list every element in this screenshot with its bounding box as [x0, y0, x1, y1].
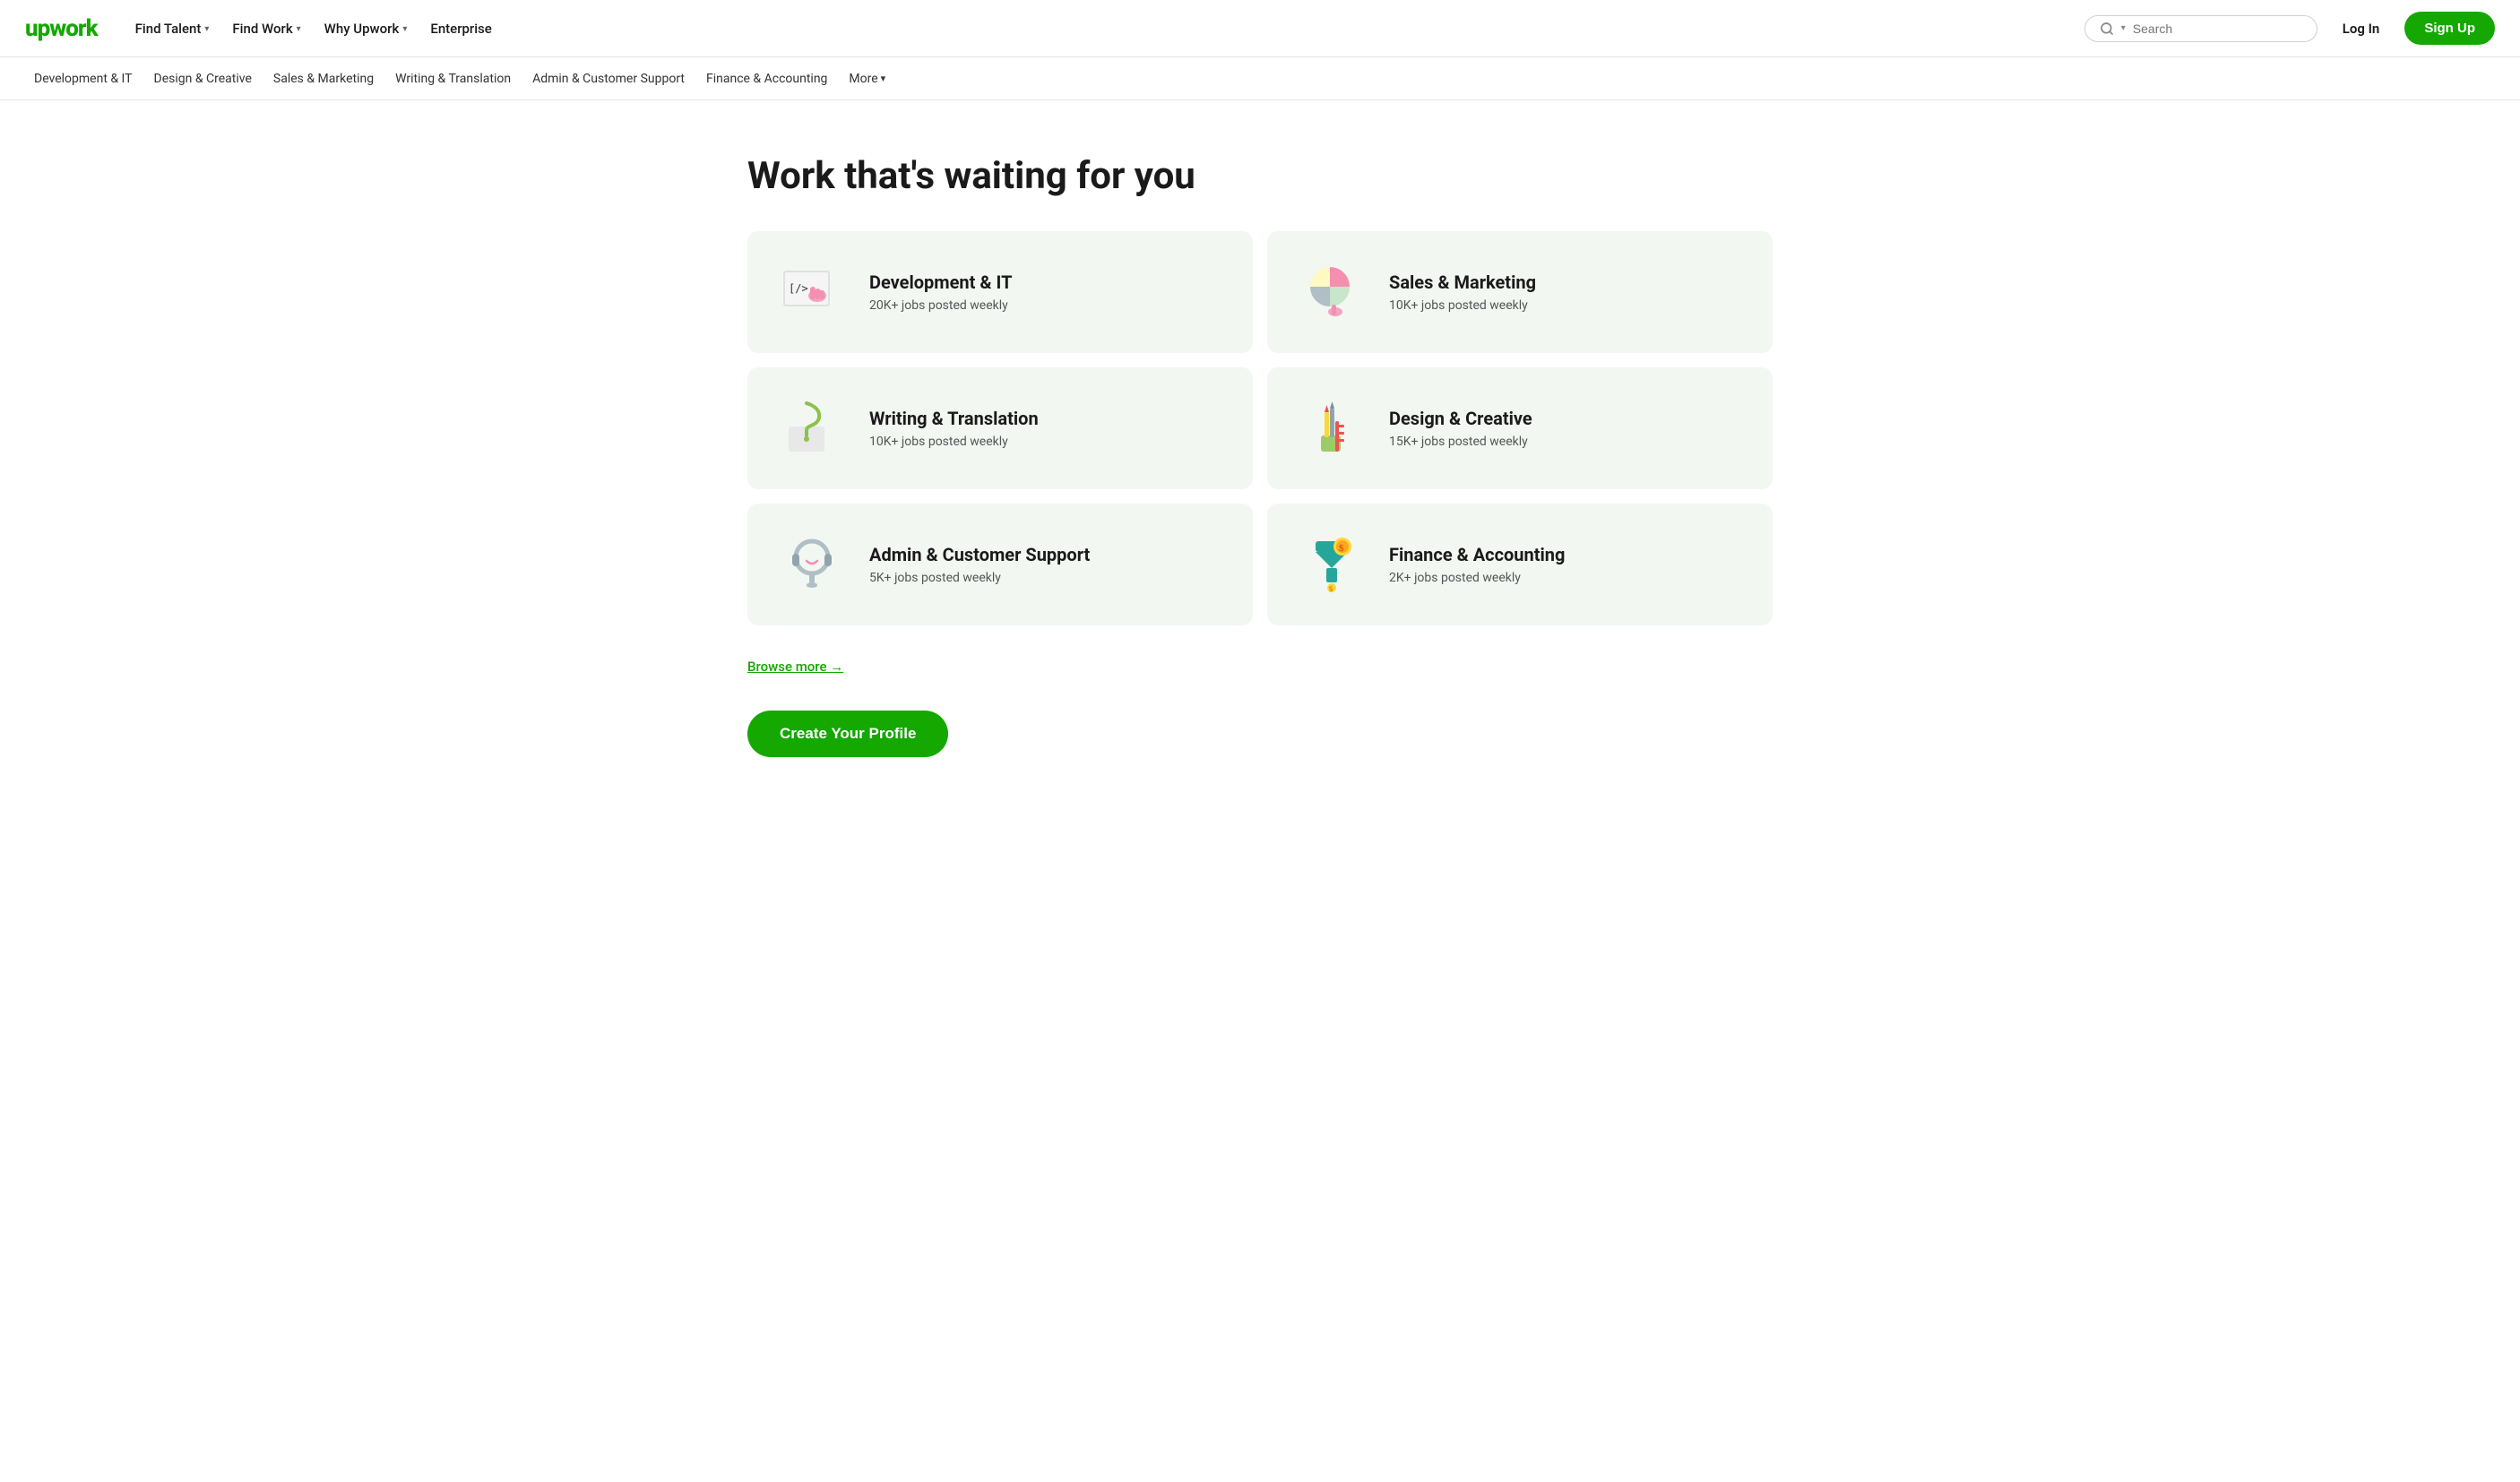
nav-enterprise-label: Enterprise: [430, 21, 491, 37]
subnav-item-design[interactable]: Design & Creative: [145, 66, 261, 91]
sales-text: Sales & Marketing 10K+ jobs posted weekl…: [1389, 271, 1536, 313]
category-card-admin[interactable]: Admin & Customer Support 5K+ jobs posted…: [747, 504, 1253, 625]
why-upwork-chevron-icon: ▾: [402, 24, 407, 34]
nav-find-work[interactable]: Find Work ▾: [223, 13, 309, 44]
admin-text: Admin & Customer Support 5K+ jobs posted…: [869, 544, 1090, 585]
search-bar[interactable]: ▾: [2084, 15, 2317, 42]
admin-name: Admin & Customer Support: [869, 544, 1090, 565]
subnav-item-sales[interactable]: Sales & Marketing: [264, 66, 383, 91]
writing-icon: [776, 392, 848, 464]
dev-it-jobs: 20K+ jobs posted weekly: [869, 298, 1012, 313]
nav-links: Find Talent ▾ Find Work ▾ Why Upwork ▾ E…: [126, 13, 2056, 44]
page-title: Work that's waiting for you: [747, 154, 1773, 199]
signup-button[interactable]: Sign Up: [2404, 12, 2495, 45]
design-name: Design & Creative: [1389, 408, 1532, 429]
subnav-more-chevron-icon: ▾: [881, 73, 886, 84]
svg-text:$: $: [1339, 543, 1344, 554]
admin-jobs: 5K+ jobs posted weekly: [869, 571, 1090, 585]
sales-name: Sales & Marketing: [1389, 271, 1536, 293]
design-text: Design & Creative 15K+ jobs posted weekl…: [1389, 408, 1532, 449]
sales-icon: [1296, 256, 1368, 328]
category-card-writing[interactable]: Writing & Translation 10K+ jobs posted w…: [747, 367, 1253, 489]
find-work-chevron-icon: ▾: [297, 24, 301, 34]
nav-enterprise[interactable]: Enterprise: [421, 13, 500, 44]
admin-icon: [776, 529, 848, 600]
navbar: upwork Find Talent ▾ Find Work ▾ Why Upw…: [0, 0, 2520, 57]
nav-find-work-label: Find Work: [232, 21, 292, 37]
search-input[interactable]: [2133, 22, 2302, 36]
login-button[interactable]: Log In: [2332, 13, 2391, 44]
nav-right: ▾ Log In Sign Up: [2084, 12, 2495, 45]
dev-it-icon: [/>: [776, 256, 848, 328]
finance-jobs: 2K+ jobs posted weekly: [1389, 571, 1565, 585]
nav-find-talent-label: Find Talent: [135, 21, 202, 37]
search-dropdown-icon: ▾: [2121, 23, 2126, 33]
find-talent-chevron-icon: ▾: [204, 24, 209, 34]
category-card-sales[interactable]: Sales & Marketing 10K+ jobs posted weekl…: [1267, 231, 1773, 353]
subnav: Development & IT Design & Creative Sales…: [0, 57, 2520, 100]
logo[interactable]: upwork: [25, 15, 98, 42]
dev-it-text: Development & IT 20K+ jobs posted weekly: [869, 271, 1012, 313]
writing-jobs: 10K+ jobs posted weekly: [869, 435, 1039, 449]
finance-icon: $ $: [1296, 529, 1368, 600]
category-card-dev-it[interactable]: [/> Development & IT 20K+ jobs posted we…: [747, 231, 1253, 353]
subnav-more[interactable]: More ▾: [840, 66, 894, 91]
category-grid: [/> Development & IT 20K+ jobs posted we…: [747, 231, 1773, 625]
finance-text: Finance & Accounting 2K+ jobs posted wee…: [1389, 544, 1565, 585]
subnav-item-admin[interactable]: Admin & Customer Support: [523, 66, 694, 91]
subnav-item-writing[interactable]: Writing & Translation: [386, 66, 520, 91]
sales-jobs: 10K+ jobs posted weekly: [1389, 298, 1536, 313]
create-profile-button[interactable]: Create Your Profile: [747, 711, 948, 757]
design-jobs: 15K+ jobs posted weekly: [1389, 435, 1532, 449]
browse-more-link[interactable]: Browse more →: [747, 659, 843, 675]
main-content: Work that's waiting for you [/> Developm…: [722, 100, 1798, 811]
subnav-item-finance[interactable]: Finance & Accounting: [697, 66, 836, 91]
category-card-design[interactable]: Design & Creative 15K+ jobs posted weekl…: [1267, 367, 1773, 489]
nav-why-upwork-label: Why Upwork: [324, 21, 400, 37]
writing-text: Writing & Translation 10K+ jobs posted w…: [869, 408, 1039, 449]
svg-text:[/>: [/>: [789, 282, 808, 295]
svg-text:$: $: [1329, 585, 1333, 593]
search-icon: [2100, 22, 2114, 36]
dev-it-name: Development & IT: [869, 271, 1012, 293]
finance-name: Finance & Accounting: [1389, 544, 1565, 565]
nav-why-upwork[interactable]: Why Upwork ▾: [315, 13, 417, 44]
nav-find-talent[interactable]: Find Talent ▾: [126, 13, 219, 44]
subnav-item-dev-it[interactable]: Development & IT: [25, 66, 142, 91]
subnav-more-label: More: [849, 72, 877, 86]
design-icon: [1296, 392, 1368, 464]
writing-name: Writing & Translation: [869, 408, 1039, 429]
category-card-finance[interactable]: $ $ Finance & Accounting 2K+ jobs posted…: [1267, 504, 1773, 625]
